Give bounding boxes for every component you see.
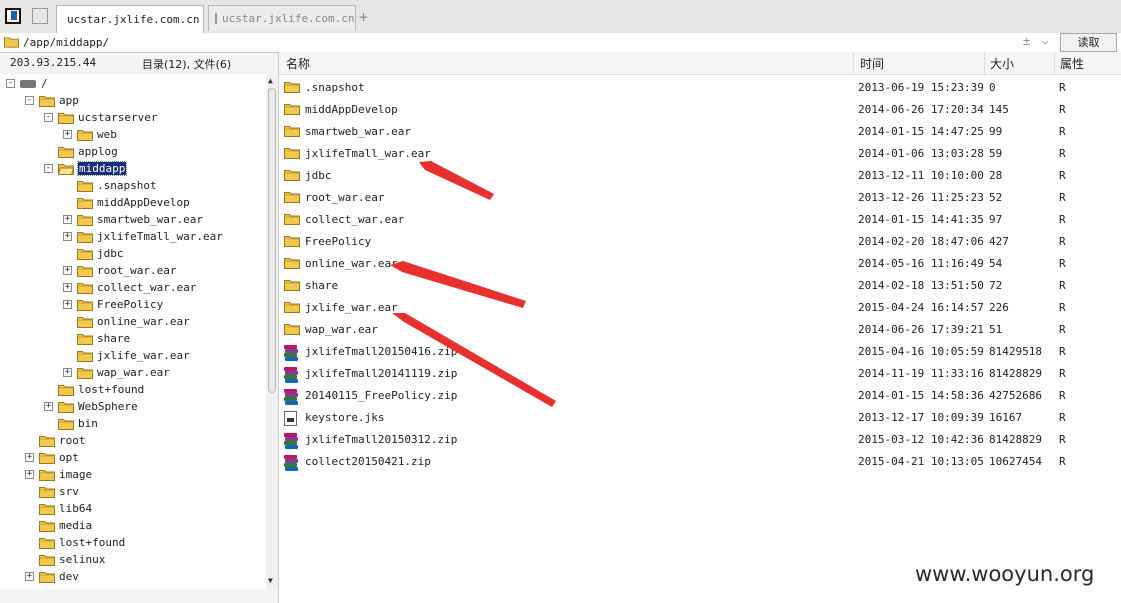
arrow-annotation — [390, 261, 526, 308]
arrow-annotation — [392, 313, 556, 407]
annotation-arrows — [390, 161, 556, 407]
arrow-annotation — [419, 161, 494, 200]
watermark: www.wooyun.org — [915, 562, 1095, 586]
